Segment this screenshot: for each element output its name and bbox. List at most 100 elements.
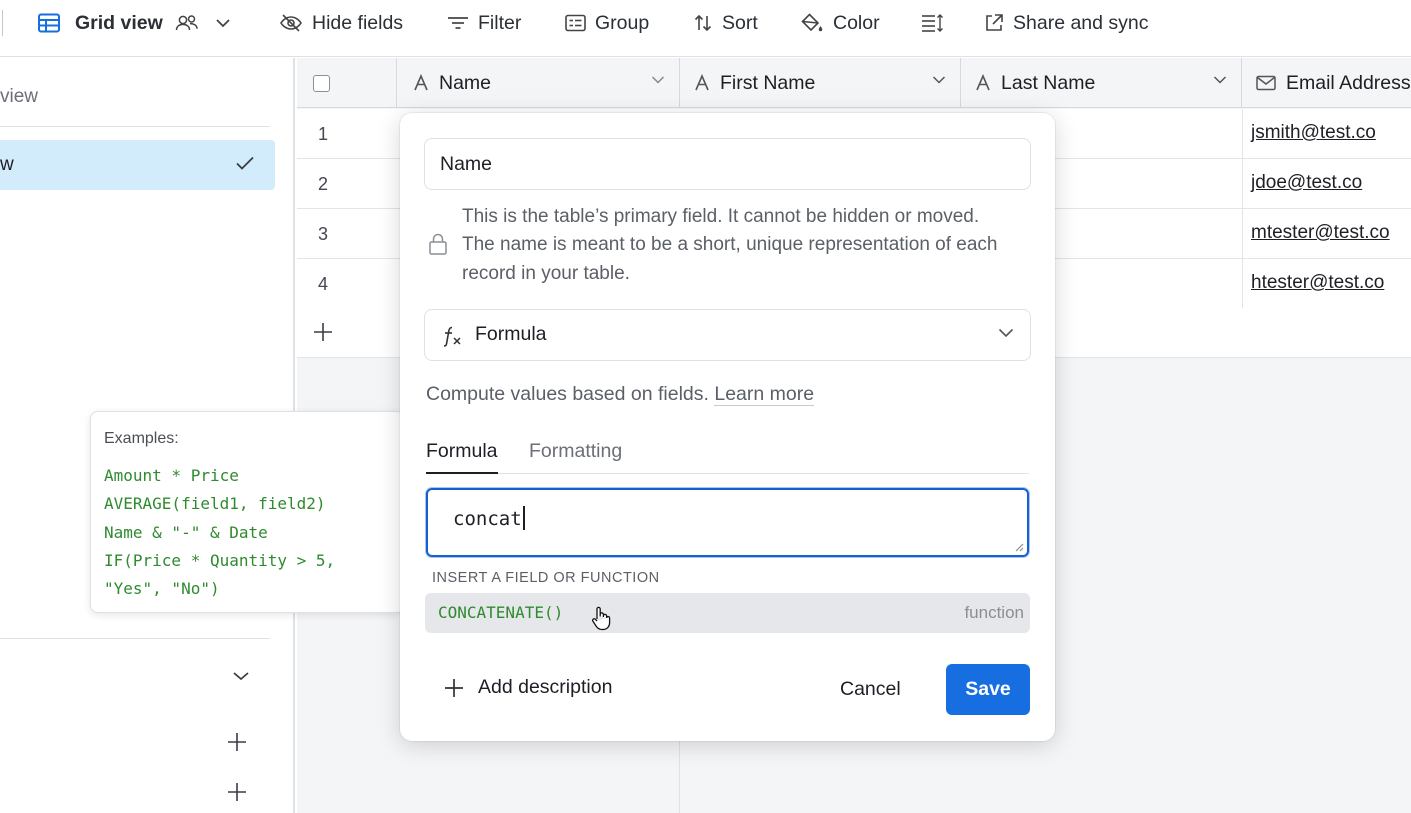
check-icon xyxy=(235,155,255,171)
column-header-first-name[interactable]: First Name xyxy=(680,58,961,108)
row-number: 1 xyxy=(318,124,329,144)
example-line: Name & "-" & Date xyxy=(104,522,268,542)
email-cell[interactable]: htester@test.co xyxy=(1251,272,1384,294)
view-toolbar: Grid view Hide fields Filter Group Sort xyxy=(0,0,1411,57)
row-number: 3 xyxy=(318,224,329,244)
field-name-input[interactable]: Name xyxy=(424,138,1031,190)
formula-icon xyxy=(441,325,463,347)
grid-icon xyxy=(38,13,60,33)
sort-label: Sort xyxy=(722,11,758,34)
formula-tabs: Formula Formatting xyxy=(426,440,1029,474)
email-cell[interactable]: mtester@test.co xyxy=(1251,222,1390,244)
examples-title: Examples: xyxy=(104,430,179,447)
sidebar-item-label: w xyxy=(0,154,14,175)
row-number: 4 xyxy=(318,274,329,294)
column-header-name[interactable]: Name xyxy=(397,58,680,108)
resize-handle-icon[interactable] xyxy=(1014,542,1024,552)
learn-more-link[interactable]: Learn more xyxy=(714,383,815,406)
chevron-down-icon[interactable] xyxy=(651,75,665,85)
save-button[interactable]: Save xyxy=(946,664,1030,715)
filter-button[interactable]: Filter xyxy=(447,9,521,37)
filter-icon xyxy=(447,15,469,31)
text-field-icon xyxy=(975,74,991,92)
toolbar-divider xyxy=(2,10,3,36)
column-header-email[interactable]: Email Address xyxy=(1242,58,1411,108)
hide-fields-label: Hide fields xyxy=(312,11,404,34)
row-height-button[interactable] xyxy=(921,9,945,37)
column-header-label: First Name xyxy=(720,71,816,94)
tab-formula[interactable]: Formula xyxy=(426,440,498,474)
lock-icon xyxy=(428,233,448,255)
examples-list: Amount * Price AVERAGE(field1, field2) N… xyxy=(104,462,335,603)
column-header-label: Email Address xyxy=(1286,71,1411,94)
share-sync-button[interactable]: Share and sync xyxy=(984,9,1149,37)
formula-examples-tooltip: Examples: Amount * Price AVERAGE(field1,… xyxy=(90,411,405,613)
field-type-select[interactable]: Formula xyxy=(424,309,1031,361)
plus-icon xyxy=(313,322,333,342)
field-name-value: Name xyxy=(440,152,493,175)
chevron-down-icon[interactable] xyxy=(232,670,250,682)
row-height-icon xyxy=(921,13,945,33)
paint-bucket-icon xyxy=(800,13,824,33)
add-description-button[interactable]: Add description xyxy=(444,676,612,699)
tab-formatting[interactable]: Formatting xyxy=(529,440,622,463)
sort-icon xyxy=(693,13,713,33)
chevron-down-icon[interactable] xyxy=(932,75,946,85)
eye-slash-icon xyxy=(279,13,303,33)
sort-button[interactable]: Sort xyxy=(693,9,758,37)
color-button[interactable]: Color xyxy=(800,9,880,37)
collaborators-icon xyxy=(174,13,200,33)
sidebar-item-grid-view[interactable]: w xyxy=(0,140,275,190)
external-link-icon xyxy=(984,13,1004,33)
function-suggestion[interactable]: CONCATENATE() function xyxy=(425,593,1030,633)
column-header-label: Name xyxy=(439,71,492,94)
color-label: Color xyxy=(833,11,880,34)
filter-label: Filter xyxy=(478,11,522,34)
cell-divider xyxy=(1242,259,1243,309)
email-cell[interactable]: jdoe@test.co xyxy=(1251,172,1362,194)
chevron-down-icon[interactable] xyxy=(215,18,231,28)
formula-input[interactable]: concat xyxy=(426,488,1029,557)
suggestion-name: CONCATENATE() xyxy=(438,603,564,622)
cell-divider xyxy=(1242,209,1243,259)
group-label: Group xyxy=(595,11,650,34)
example-line: IF(Price * Quantity > 5, xyxy=(104,550,336,570)
email-cell[interactable]: jsmith@test.co xyxy=(1251,122,1376,144)
plus-icon[interactable] xyxy=(227,732,247,752)
add-description-label: Add description xyxy=(478,676,613,698)
view-name: Grid view xyxy=(75,11,163,34)
example-line: Amount * Price xyxy=(104,466,239,485)
suggestion-kind: function xyxy=(964,603,1024,622)
group-button[interactable]: Group xyxy=(565,9,649,37)
example-line: "Yes", "No") xyxy=(104,579,220,599)
formula-value: concat xyxy=(453,506,525,530)
plus-icon[interactable] xyxy=(227,782,247,802)
mail-icon xyxy=(1256,75,1276,91)
field-config-dialog: Name This is the table’s primary field. … xyxy=(400,113,1055,741)
cancel-button[interactable]: Cancel xyxy=(840,674,901,704)
example-line: AVERAGE(field1, field2) xyxy=(104,494,326,514)
sidebar-divider xyxy=(0,126,270,127)
grid-header: Name First Name Last Name Email Address xyxy=(297,58,1411,108)
find-view-input[interactable]: view xyxy=(0,86,38,108)
hand-cursor-icon xyxy=(591,605,611,631)
text-field-icon xyxy=(694,74,710,92)
chevron-down-icon[interactable] xyxy=(1213,75,1227,85)
column-header-last-name[interactable]: Last Name xyxy=(961,58,1242,108)
text-field-icon xyxy=(413,74,429,92)
insert-field-label: INSERT A FIELD OR FUNCTION xyxy=(432,570,660,586)
hide-fields-button[interactable]: Hide fields xyxy=(279,9,403,37)
column-header-label: Last Name xyxy=(1001,71,1096,94)
text-caret xyxy=(522,506,525,530)
group-icon xyxy=(565,14,586,32)
share-sync-label: Share and sync xyxy=(1013,11,1149,34)
select-all-cell xyxy=(297,58,397,108)
field-type-description: Compute values based on fields. Learn mo… xyxy=(426,383,815,406)
view-switcher-button[interactable]: Grid view xyxy=(38,9,231,37)
cell-divider xyxy=(1242,159,1243,209)
field-type-label: Formula xyxy=(475,323,547,345)
cell-divider xyxy=(1242,109,1243,159)
chevron-down-icon xyxy=(998,328,1014,338)
formula-text: concat xyxy=(453,508,522,530)
select-all-checkbox[interactable] xyxy=(313,74,330,92)
